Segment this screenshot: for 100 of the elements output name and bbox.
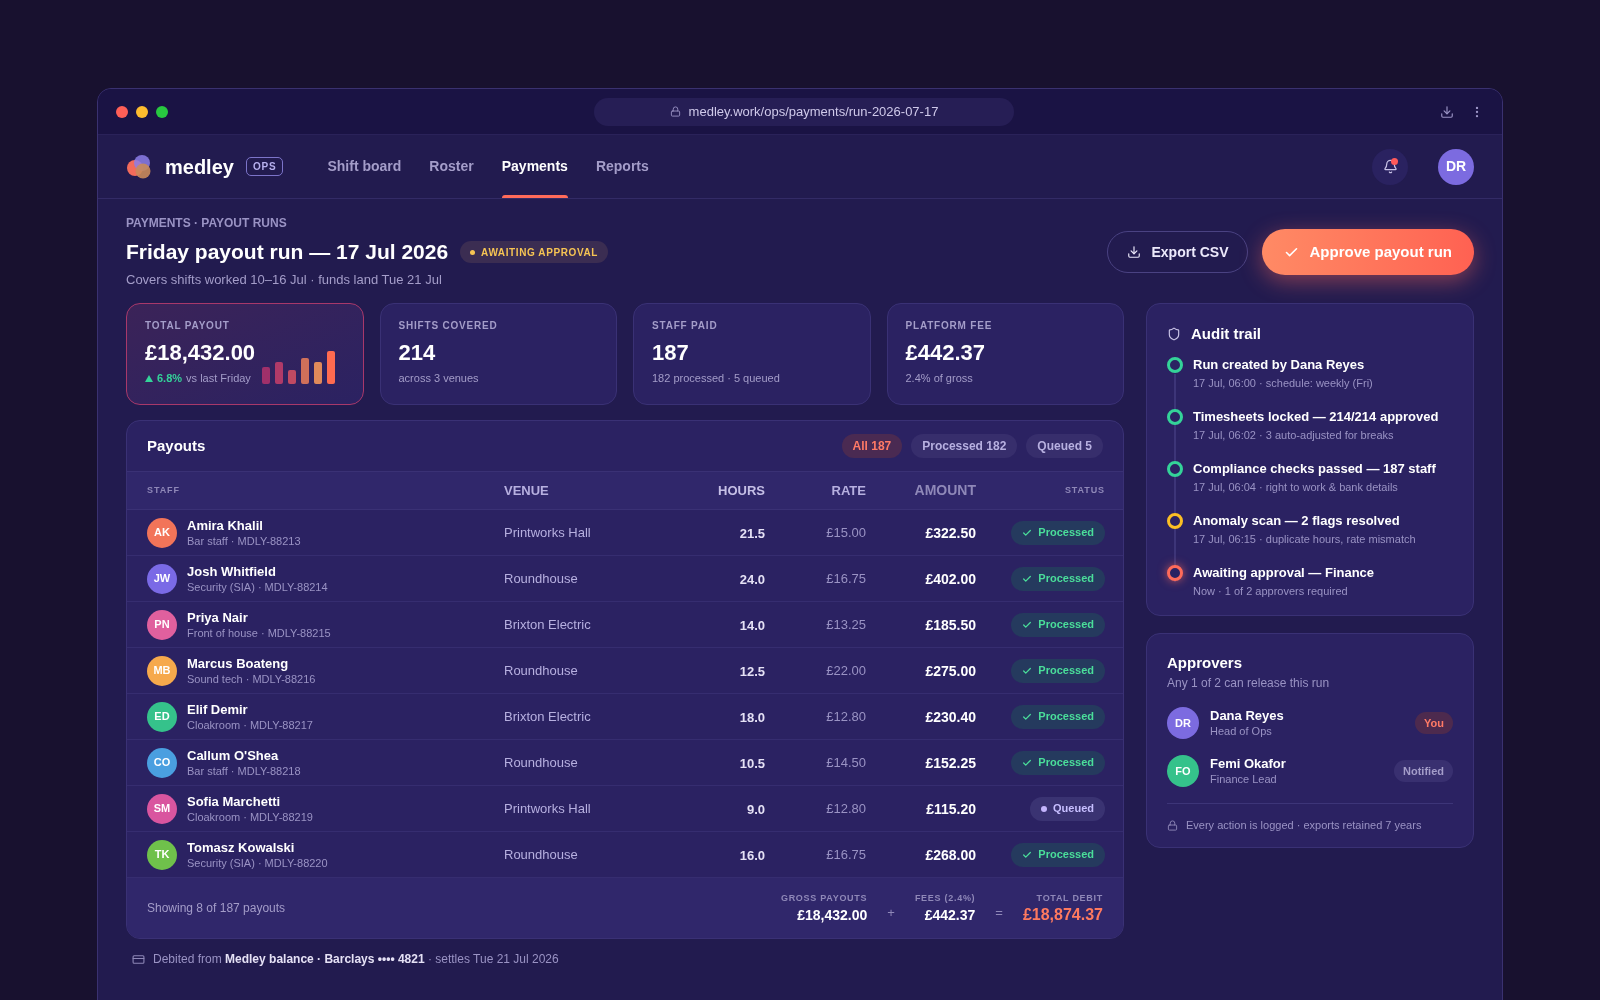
rate-cell-text: £12.80 [826, 707, 866, 726]
amount-cell-text: £275.00 [925, 662, 976, 681]
status-label: Processed [1038, 755, 1094, 771]
approver-name: Dana Reyes [1210, 708, 1284, 724]
rate-cell-text: £22.00 [826, 661, 866, 680]
nav-tab[interactable]: Reports [595, 135, 649, 198]
card-title: Audit trail [1191, 324, 1261, 344]
maximize-window-icon[interactable] [156, 105, 168, 118]
amount-cell-text: £152.25 [925, 754, 976, 773]
amount-cell-text: £268.00 [925, 846, 976, 865]
amount-cell-text: £402.00 [925, 570, 976, 589]
stat-value: £18,432.00 [145, 339, 256, 367]
rate-cell-text: £16.75 [826, 845, 866, 864]
card-icon [132, 952, 145, 966]
column-header: STATUS [1064, 483, 1105, 497]
total-value: £442.37 [924, 905, 976, 925]
status-label: Processed [1038, 571, 1094, 587]
staff-name: Tomasz Kowalski [187, 839, 295, 856]
user-avatar[interactable]: DR [1438, 148, 1474, 185]
url-text: medley.work/ops/payments/run-2026-07-17 [688, 102, 939, 121]
breadcrumb: PAYMENTS · PAYOUT RUNS [126, 215, 288, 231]
filter-chip[interactable]: All 187 [841, 434, 903, 458]
venue-cell-text: Roundhouse [504, 569, 578, 588]
stat-label: TOTAL PAYOUT [145, 319, 231, 333]
venue-cell-text: Brixton Electric [504, 707, 591, 726]
event-title: Compliance checks passed — 187 staff [1193, 460, 1436, 477]
event-title: Timesheets locked — 214/214 approved [1193, 408, 1439, 425]
shield-icon [1167, 327, 1181, 341]
total-label: FEES (2.4%) [914, 891, 976, 905]
check-icon [1022, 711, 1033, 722]
staff-avatar: SM [147, 793, 177, 824]
stat-label: STAFF PAID [652, 319, 719, 333]
approver-avatar: FO [1167, 755, 1199, 787]
staff-detail: Bar staff · MDLY-88218 [187, 763, 301, 778]
staff-avatar: JW [147, 563, 177, 594]
venue-cell-text: Printworks Hall [504, 523, 591, 542]
event-title: Awaiting approval — Finance [1193, 564, 1375, 581]
event-detail: 17 Jul, 06:00 · schedule: weekly (Fri) [1193, 376, 1373, 391]
lock-icon [1167, 819, 1178, 831]
hours-cell-text: 10.5 [739, 754, 765, 773]
notifications-button[interactable] [1372, 148, 1408, 185]
card-title: Approvers [1167, 653, 1244, 673]
column-header: HOURS [718, 481, 765, 500]
total-label: GROSS PAYOUTS [780, 891, 868, 905]
lock-icon [669, 106, 681, 117]
close-window-icon[interactable] [116, 105, 128, 118]
card-title: Payouts [147, 435, 206, 456]
amount-cell-text: £115.20 [926, 800, 976, 819]
venue-cell-text: Roundhouse [504, 661, 578, 680]
rate-cell-text: £14.50 [826, 753, 866, 772]
status-label: Processed [1038, 617, 1094, 633]
you-tag: You [1415, 712, 1453, 734]
card-subtitle: Any 1 of 2 can release this run [1167, 675, 1331, 691]
rate-cell-text: £12.80 [826, 799, 866, 818]
event-title: Anomaly scan — 2 flags resolved [1193, 512, 1400, 529]
staff-avatar: PN [147, 609, 177, 640]
download-icon[interactable] [1440, 104, 1454, 119]
staff-detail: Cloakroom · MDLY-88219 [187, 809, 313, 824]
venue-cell-text: Brixton Electric [504, 615, 591, 634]
staff-detail: Bar staff · MDLY-88213 [187, 533, 301, 548]
check-icon [1022, 849, 1033, 860]
column-header: VENUE [504, 481, 549, 500]
audit-footnote: Every action is logged · exports retained 7 years [1186, 818, 1422, 833]
nav-tab[interactable]: Payments [501, 135, 568, 198]
venue-cell-text: Printworks Hall [504, 799, 591, 818]
total-label: TOTAL DEBIT [1036, 891, 1103, 905]
venue-cell-text: Roundhouse [504, 845, 578, 864]
operator-sign: + [887, 904, 895, 922]
filter-chip[interactable]: Queued 5 [1026, 434, 1103, 458]
check-icon [1022, 619, 1033, 630]
check-icon [1022, 573, 1033, 584]
up-triangle-icon [145, 375, 153, 382]
minimize-window-icon[interactable] [136, 105, 148, 118]
address-bar[interactable]: medley.work/ops/payments/run-2026-07-17 [594, 97, 1014, 126]
notified-tag: Notified [1394, 760, 1453, 782]
amount-cell-text: £230.40 [925, 708, 976, 727]
hours-cell-text: 24.0 [739, 570, 765, 589]
operator-sign: = [995, 904, 1003, 922]
filter-chip[interactable]: Processed 182 [911, 434, 1018, 458]
download-icon [1127, 245, 1142, 259]
total-value: £18,432.00 [797, 905, 868, 925]
hours-cell-text: 18.0 [739, 708, 765, 727]
staff-name: Amira Khalil [187, 517, 263, 534]
stat-value: 214 [398, 339, 437, 367]
staff-detail: Security (SIA) · MDLY-88220 [187, 855, 328, 870]
event-detail: 17 Jul, 06:02 · 3 auto-adjusted for breaks [1193, 428, 1394, 443]
amount-cell-text: £185.50 [925, 616, 976, 635]
stat-note: 2.4% of gross [905, 371, 973, 386]
nav-tab[interactable]: Shift board [327, 135, 402, 198]
staff-name: Josh Whitfield [187, 563, 276, 580]
staff-detail: Front of house · MDLY-88215 [187, 625, 331, 640]
showing-count: Showing 8 of 187 payouts [147, 900, 286, 917]
venue-cell-text: Roundhouse [504, 753, 578, 772]
approver-avatar: DR [1167, 707, 1199, 739]
stat-note: across 3 venues [398, 371, 479, 386]
rate-cell-text: £15.00 [826, 523, 866, 542]
stat-note: vs last Friday [186, 371, 251, 386]
approver-role: Head of Ops [1210, 724, 1272, 738]
hours-cell-text: 12.5 [739, 662, 765, 681]
nav-tab[interactable]: Roster [429, 135, 474, 198]
